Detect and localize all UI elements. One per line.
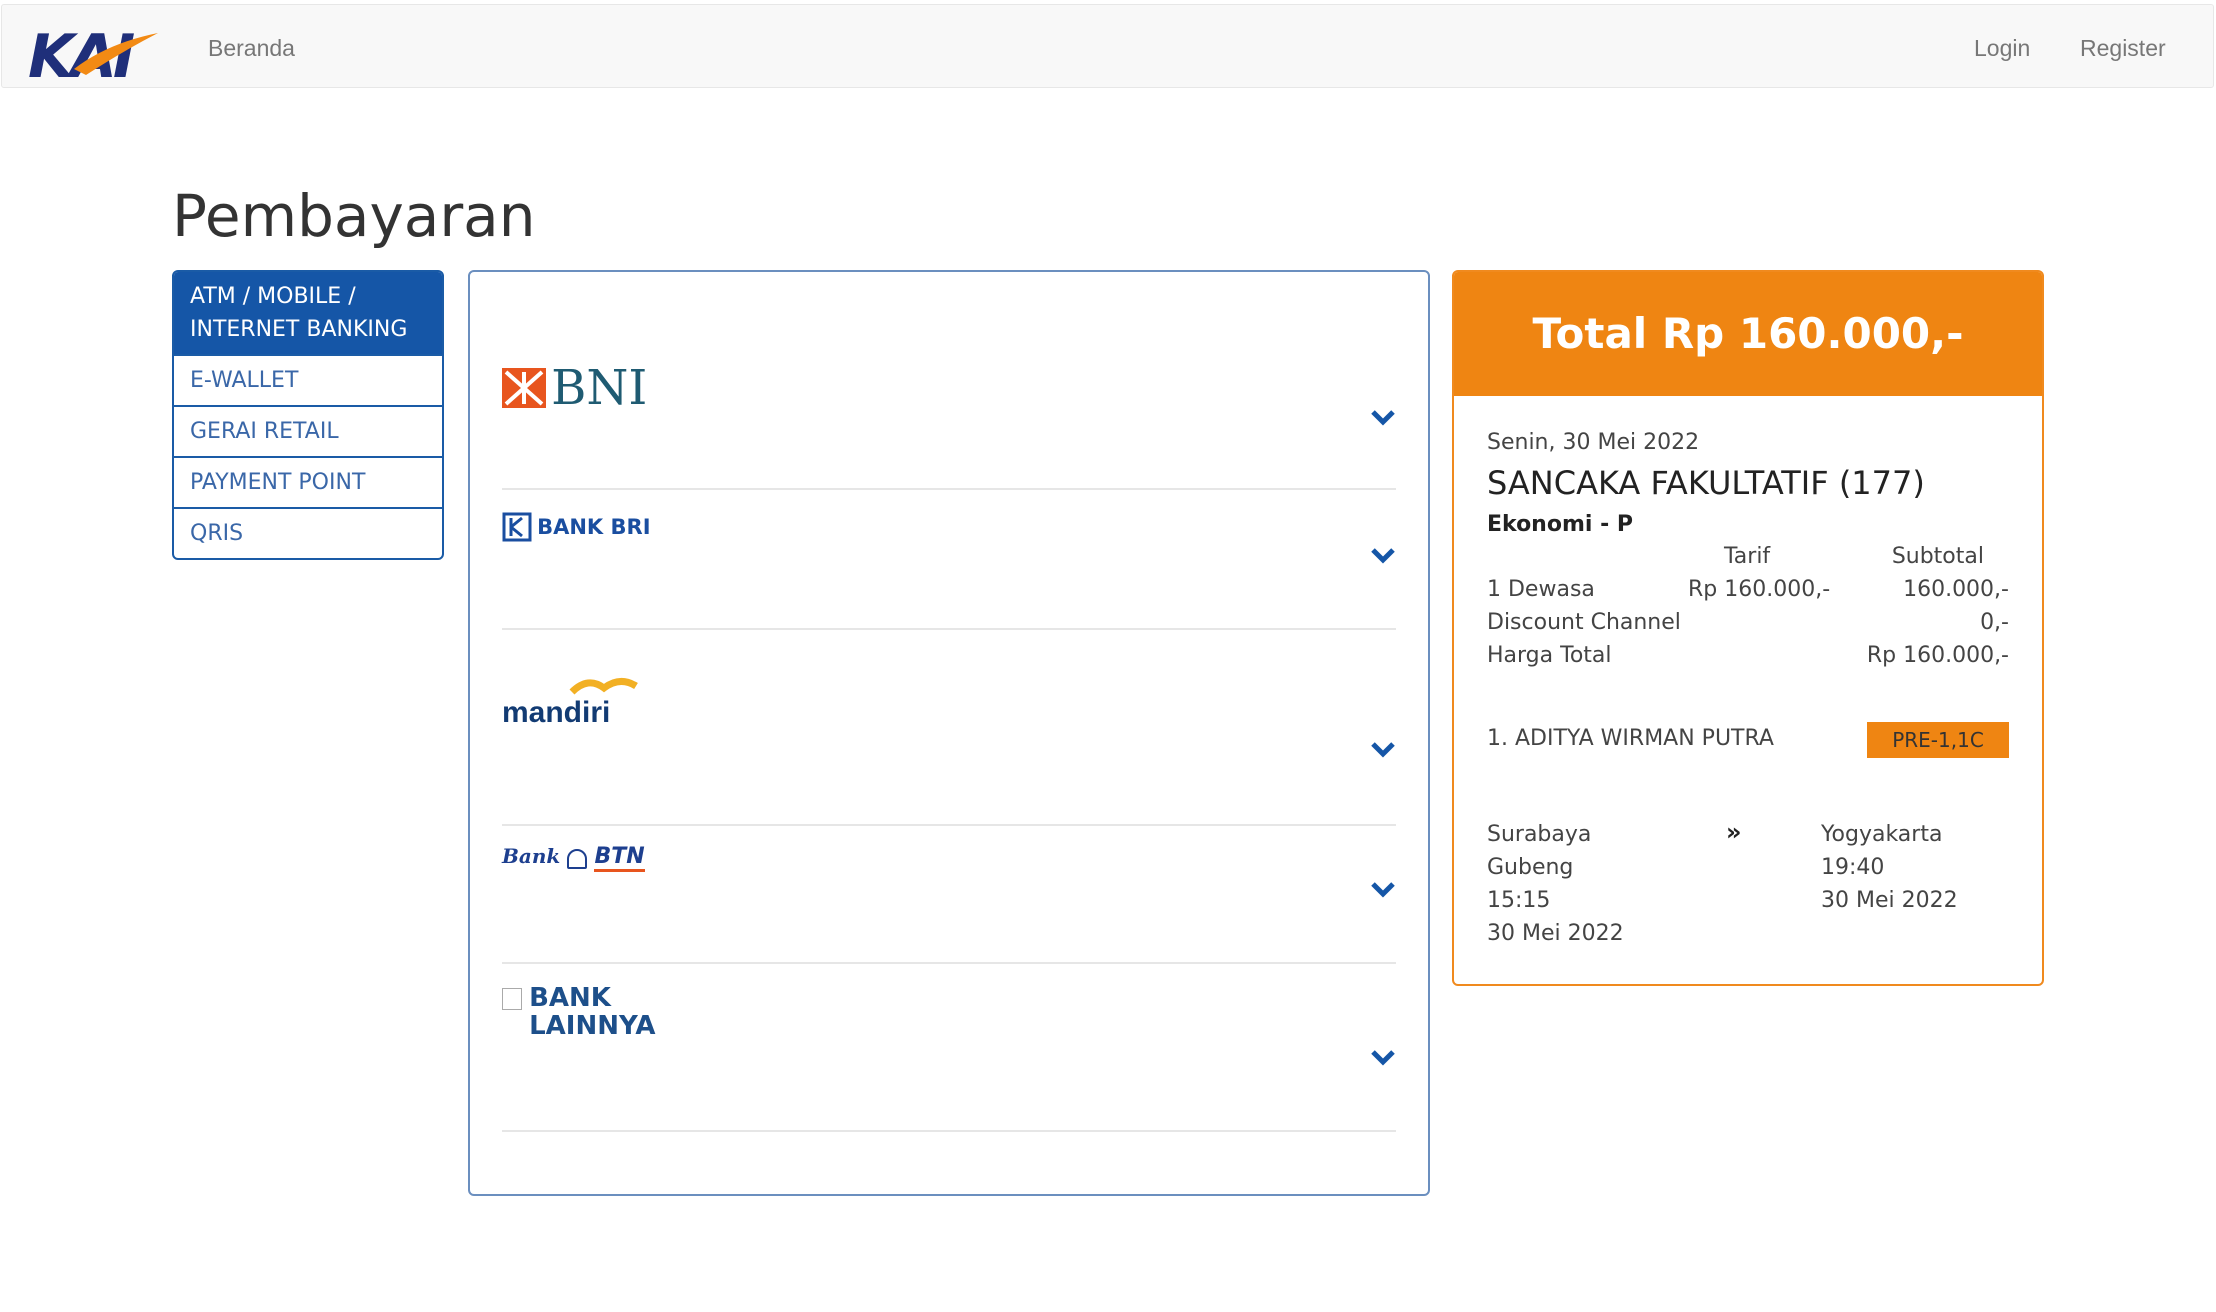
departure-date: 30 Mei 2022: [1487, 921, 1624, 946]
bank-option-btn[interactable]: Bank BTN: [502, 824, 1396, 964]
fare-row-subtotal: 160.000,-: [1903, 577, 2009, 602]
tab-qris[interactable]: QRIS: [174, 507, 442, 558]
bank-option-mandiri[interactable]: mandiri: [502, 628, 1396, 826]
bri-logo: BANK BRI: [502, 512, 651, 542]
arrival-time: 19:40: [1821, 855, 1885, 880]
mandiri-wave-icon: [569, 678, 638, 695]
bank-option-lainnya[interactable]: BANK LAINNYA: [502, 962, 1396, 1132]
tab-atm-mobile-internet-banking[interactable]: ATM / MOBILE / INTERNET BANKING: [174, 272, 442, 354]
bni-mark-icon: [502, 368, 546, 408]
total-row-subtotal: Rp 160.000,-: [1866, 643, 2009, 668]
order-summary-card: Total Rp 160.000,- Senin, 30 Mei 2022 SA…: [1452, 270, 2044, 986]
bank-list-panel: BNI BANK BRI mandiri Bank BTN BANK LAINN…: [468, 270, 1430, 1196]
chevron-down-icon[interactable]: [1370, 546, 1396, 564]
destination-city: Yogyakarta: [1821, 822, 1943, 847]
fare-row-tarif: Rp 160.000,-: [1688, 577, 1831, 602]
bank-option-bri[interactable]: BANK BRI: [502, 488, 1396, 630]
btn-house-icon: [567, 848, 588, 869]
nav-login-link[interactable]: Login: [1974, 35, 2030, 62]
seat-badge: PRE-1,1C: [1867, 722, 2009, 758]
col-tarif-header: Tarif: [1724, 544, 1771, 569]
origin-city: Surabaya: [1487, 822, 1592, 847]
col-subtotal-header: Subtotal: [1891, 544, 1984, 569]
total-row-label: Harga Total: [1487, 643, 1612, 668]
passenger-name: 1. ADITYA WIRMAN PUTRA: [1487, 726, 1774, 751]
tab-e-wallet[interactable]: E-WALLET: [174, 354, 442, 405]
nav-register-link[interactable]: Register: [2080, 35, 2166, 62]
bank-option-bni[interactable]: BNI: [502, 272, 1396, 490]
tab-gerai-retail[interactable]: GERAI RETAIL: [174, 405, 442, 456]
train-name: SANCAKA FAKULTATIF (177): [1487, 464, 1925, 502]
chevron-down-icon[interactable]: [1370, 408, 1396, 426]
route-arrow-icon: »: [1726, 818, 1742, 846]
travel-date: Senin, 30 Mei 2022: [1487, 430, 1700, 455]
top-navbar: KAI Beranda Login Register: [1, 4, 2214, 89]
fare-row-label: 1 Dewasa: [1487, 577, 1595, 602]
chevron-down-icon[interactable]: [1370, 880, 1396, 898]
nav-home-link[interactable]: Beranda: [208, 35, 295, 62]
chevron-down-icon[interactable]: [1370, 740, 1396, 758]
train-class: Ekonomi - P: [1487, 512, 1633, 537]
tab-payment-point[interactable]: PAYMENT POINT: [174, 456, 442, 507]
page-title: Pembayaran: [172, 182, 536, 250]
departure-time: 15:15: [1487, 888, 1551, 913]
discount-row-label: Discount Channel: [1487, 610, 1681, 635]
bank-lainnya-logo: BANK LAINNYA: [502, 984, 659, 1040]
discount-row-subtotal: 0,-: [1980, 610, 2009, 635]
btn-logo: Bank BTN: [502, 844, 645, 872]
kai-logo[interactable]: KAI: [28, 25, 162, 89]
mandiri-logo: mandiri: [502, 674, 638, 730]
svg-text:KAI: KAI: [28, 25, 135, 89]
origin-station: Gubeng: [1487, 855, 1574, 880]
bni-logo: BNI: [502, 360, 647, 416]
total-amount: Total Rp 160.000,-: [1454, 272, 2042, 396]
chevron-down-icon[interactable]: [1370, 1048, 1396, 1066]
payment-method-tabs: ATM / MOBILE / INTERNET BANKING E-WALLET…: [172, 270, 444, 560]
broken-image-icon: [502, 988, 522, 1010]
arrival-date: 30 Mei 2022: [1821, 888, 1958, 913]
bri-mark-icon: [502, 512, 532, 542]
